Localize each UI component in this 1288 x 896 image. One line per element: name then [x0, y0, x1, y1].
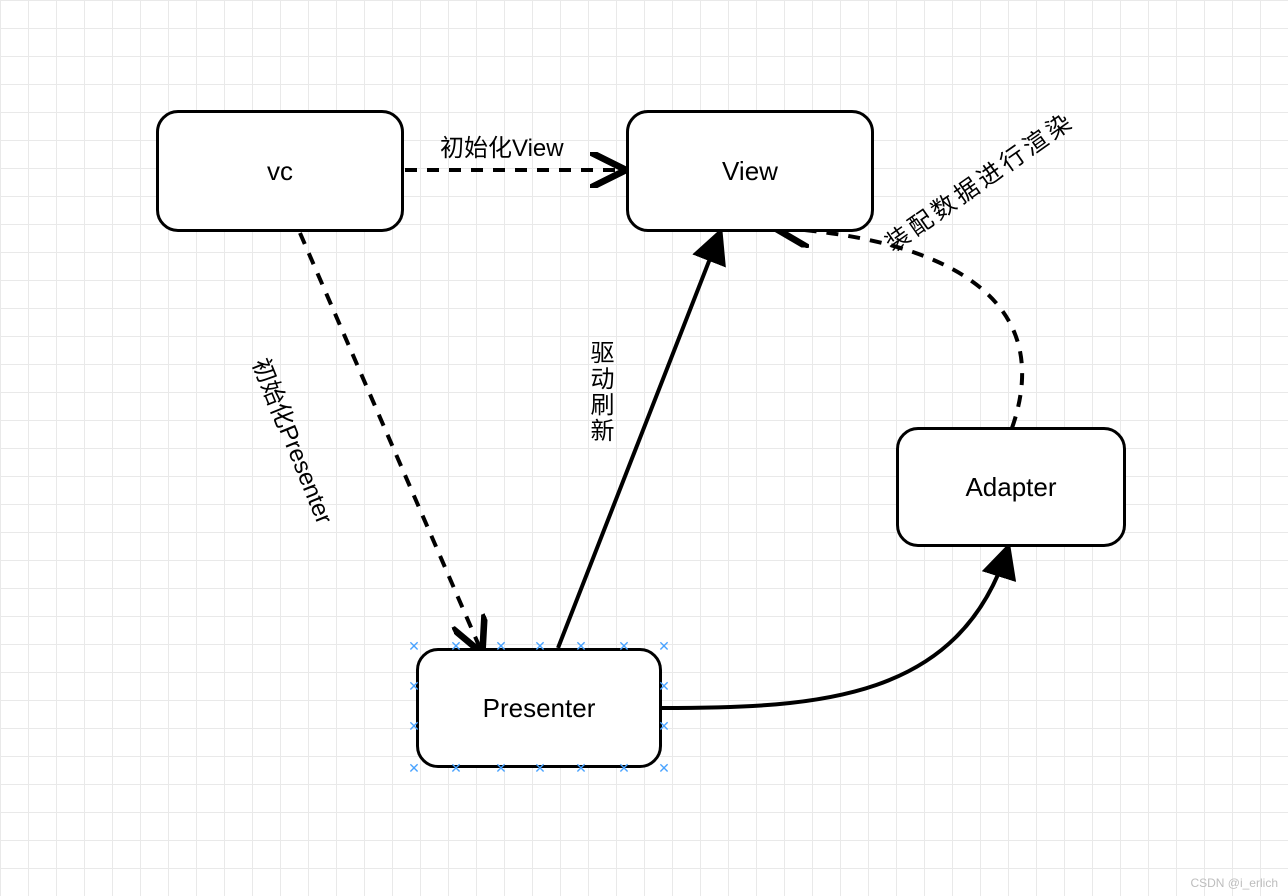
node-adapter[interactable]: Adapter: [896, 427, 1126, 547]
edge-label-presenter-to-view: 驱动刷新: [582, 340, 617, 444]
node-view[interactable]: View: [626, 110, 874, 232]
node-view-label: View: [722, 156, 778, 187]
edge-label-vc-to-view: 初始化View: [440, 128, 564, 163]
watermark-text: CSDN @i_erlich: [1190, 876, 1278, 890]
node-adapter-label: Adapter: [965, 472, 1056, 503]
node-vc[interactable]: vc: [156, 110, 404, 232]
node-presenter[interactable]: Presenter: [416, 648, 662, 768]
diagram-canvas: vc View Adapter Presenter ✕ ✕ ✕ ✕ ✕ ✕ ✕ …: [0, 0, 1288, 896]
node-presenter-label: Presenter: [483, 693, 596, 724]
node-vc-label: vc: [267, 156, 293, 187]
